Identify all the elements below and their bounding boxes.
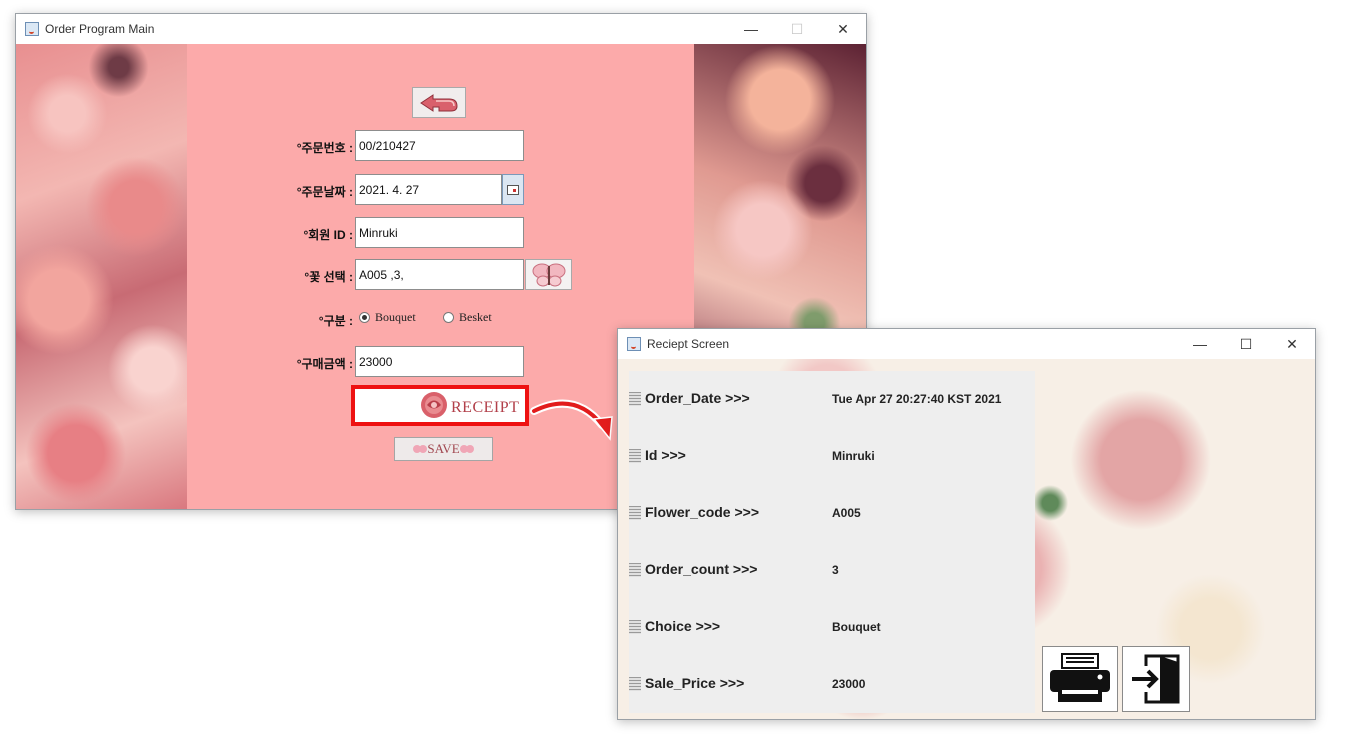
row-bullet-icon xyxy=(629,620,641,634)
back-arrow-icon xyxy=(420,93,458,112)
row-key: Flower_code >>> xyxy=(645,504,759,520)
close-icon[interactable]: ✕ xyxy=(1269,329,1315,359)
print-button[interactable] xyxy=(1042,646,1118,712)
row-value: 3 xyxy=(832,563,839,577)
annotation-arrow xyxy=(530,399,613,441)
row-bullet-icon xyxy=(629,392,641,406)
member-id-label: °회원 ID : xyxy=(303,228,353,242)
flower-picker-button[interactable] xyxy=(525,259,572,290)
java-app-icon xyxy=(25,22,39,36)
row-bullet-icon xyxy=(629,677,641,691)
radio-besket-label: Besket xyxy=(459,310,492,324)
row-bullet-icon xyxy=(629,506,641,520)
row-value: Minruki xyxy=(832,449,875,463)
order-date-field[interactable]: 2021. 4. 27 xyxy=(355,174,502,205)
receipt-row-order-date: Order_Date >>> Tue Apr 27 20:27:40 KST 2… xyxy=(629,386,1035,410)
row-bullet-icon xyxy=(629,449,641,463)
order-number-label: °주문번호 : xyxy=(296,141,353,155)
receipt-button-label: RECEIPT xyxy=(451,399,520,416)
minimize-icon[interactable]: — xyxy=(728,14,774,44)
receipt-row-sale-price: Sale_Price >>> 23000 xyxy=(629,671,1035,695)
exit-button[interactable] xyxy=(1122,646,1190,712)
row-key: Sale_Price >>> xyxy=(645,675,745,691)
row-value: Tue Apr 27 20:27:40 KST 2021 xyxy=(832,392,1002,406)
radio-besket-indicator[interactable] xyxy=(443,312,454,323)
maximize-icon[interactable]: ☐ xyxy=(774,14,820,44)
java-app-icon xyxy=(627,337,641,351)
maximize-icon[interactable]: ☐ xyxy=(1223,329,1269,359)
butterfly-icon-right xyxy=(459,445,474,453)
order-window-title: Order Program Main xyxy=(45,22,155,36)
receipt-button[interactable]: RECEIPT xyxy=(351,385,529,426)
category-label: °구분 : xyxy=(318,314,353,328)
radio-bouquet-label: Bouquet xyxy=(375,310,416,324)
receipt-titlebar: Reciept Screen — ☐ ✕ xyxy=(618,329,1315,359)
back-button[interactable] xyxy=(412,87,466,118)
row-value: Bouquet xyxy=(832,620,881,634)
flower-select-label: °꽃 선택 : xyxy=(304,270,353,284)
rose-icon xyxy=(421,392,447,418)
save-button[interactable]: SAVE xyxy=(394,437,493,461)
purchase-amount-field[interactable]: 23000 xyxy=(355,346,524,377)
save-button-label: SAVE xyxy=(427,441,460,456)
receipt-row-id: Id >>> Minruki xyxy=(629,443,1035,467)
row-key: Choice >>> xyxy=(645,618,721,634)
radio-bouquet-indicator[interactable] xyxy=(359,312,370,323)
floral-image-left xyxy=(16,44,187,509)
order-number-field[interactable]: 00/210427 xyxy=(355,130,524,161)
row-key: Order_count >>> xyxy=(645,561,758,577)
row-bullet-icon xyxy=(629,563,641,577)
butterfly-icon-left xyxy=(413,445,428,453)
row-key: Id >>> xyxy=(645,447,686,463)
flower-select-field[interactable]: A005 ,3, xyxy=(355,259,524,290)
purchase-amount-label: °구매금액 : xyxy=(296,357,353,371)
member-id-field[interactable]: Minruki xyxy=(355,217,524,248)
order-titlebar: Order Program Main — ☐ ✕ xyxy=(16,14,866,44)
date-picker-button[interactable] xyxy=(502,174,524,205)
row-key: Order_Date >>> xyxy=(645,390,750,406)
row-value: 23000 xyxy=(832,677,866,691)
receipt-window: Reciept Screen — ☐ ✕ Order_Date >>> Tue … xyxy=(617,328,1316,720)
row-value: A005 xyxy=(832,506,861,520)
receipt-row-choice: Choice >>> Bouquet xyxy=(629,614,1035,638)
radio-bouquet[interactable]: Bouquet xyxy=(359,310,416,325)
printer-icon xyxy=(1050,653,1110,702)
radio-besket[interactable]: Besket xyxy=(443,310,492,325)
minimize-icon[interactable]: — xyxy=(1177,329,1223,359)
order-date-label: °주문날짜 : xyxy=(296,185,353,199)
close-icon[interactable]: ✕ xyxy=(820,14,866,44)
receipt-window-title: Reciept Screen xyxy=(647,337,730,351)
receipt-row-flower-code: Flower_code >>> A005 xyxy=(629,500,1035,524)
receipt-row-order-count: Order_count >>> 3 xyxy=(629,557,1035,581)
calendar-icon xyxy=(507,184,519,195)
exit-door-icon xyxy=(1132,654,1180,704)
butterfly-icon xyxy=(532,263,565,286)
receipt-info-panel: Order_Date >>> Tue Apr 27 20:27:40 KST 2… xyxy=(629,371,1035,713)
